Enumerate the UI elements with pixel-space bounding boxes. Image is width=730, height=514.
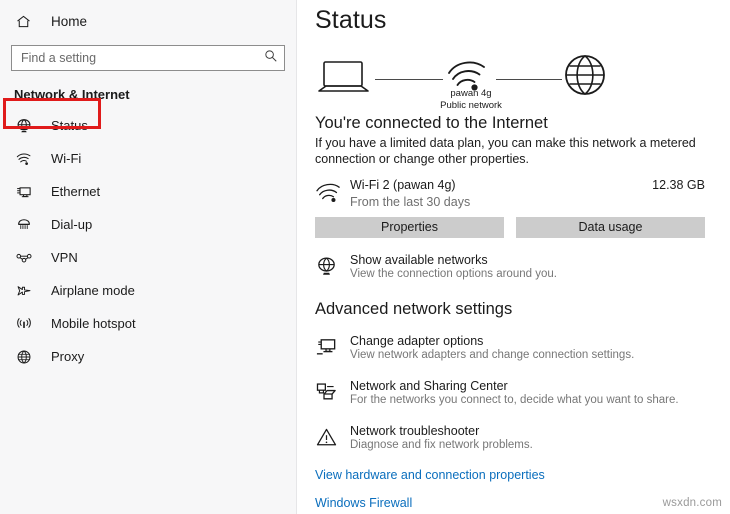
network-troubleshooter-subtitle: Diagnose and fix network problems. bbox=[350, 439, 533, 451]
search-icon[interactable] bbox=[264, 49, 278, 68]
sidebar-item-status[interactable]: Status bbox=[0, 109, 296, 142]
laptop-icon bbox=[317, 58, 371, 103]
sidebar-item-mobile-hotspot-label: Mobile hotspot bbox=[51, 316, 136, 331]
show-available-networks[interactable]: Show available networks View the connect… bbox=[315, 253, 730, 283]
adapter-monitor-icon bbox=[315, 334, 345, 364]
globe-status-icon bbox=[14, 116, 33, 135]
connection-description: If you have a limited data plan, you can… bbox=[315, 136, 696, 166]
globe-proxy-icon bbox=[14, 347, 33, 366]
sidebar-item-vpn-label: VPN bbox=[51, 250, 78, 265]
watermark: wsxdn.com bbox=[662, 497, 722, 509]
network-troubleshooter-title: Network troubleshooter bbox=[350, 424, 480, 438]
data-usage-button[interactable]: Data usage bbox=[516, 217, 705, 238]
show-available-networks-subtitle: View the connection options around you. bbox=[350, 268, 557, 280]
dialup-phone-icon bbox=[14, 215, 33, 234]
sidebar-category-title: Network & Internet bbox=[14, 87, 130, 102]
vpn-icon bbox=[14, 248, 33, 267]
globe-monitor-icon bbox=[315, 253, 345, 283]
advanced-settings-heading: Advanced network settings bbox=[315, 300, 513, 318]
home-icon bbox=[14, 12, 33, 31]
diagram-network-name: pawan 4g bbox=[450, 88, 492, 99]
page-title: Status bbox=[315, 6, 387, 34]
connection-heading: You're connected to the Internet bbox=[315, 114, 548, 132]
sidebar-item-proxy[interactable]: Proxy bbox=[0, 340, 296, 373]
diagram-link-network-internet bbox=[496, 79, 562, 80]
airplane-icon bbox=[14, 281, 33, 300]
connection-diagram: pawan 4g Public network bbox=[315, 48, 607, 111]
network-troubleshooter[interactable]: Network troubleshooter Diagnose and fix … bbox=[315, 424, 730, 454]
ethernet-monitor-icon bbox=[14, 182, 33, 201]
network-and-sharing-center-title: Network and Sharing Center bbox=[350, 379, 508, 393]
sidebar-item-airplane-mode-label: Airplane mode bbox=[51, 283, 135, 298]
sidebar-item-dialup-label: Dial-up bbox=[51, 217, 93, 232]
sidebar-item-wifi-label: Wi-Fi bbox=[51, 151, 82, 166]
sidebar: Home Network & Internet Status bbox=[0, 0, 297, 514]
sharing-center-icon bbox=[315, 379, 345, 409]
network-and-sharing-center[interactable]: Network and Sharing Center For the netwo… bbox=[315, 379, 730, 409]
settings-window: Home Network & Internet Status bbox=[0, 0, 730, 514]
warning-triangle-icon bbox=[315, 424, 345, 454]
sidebar-item-mobile-hotspot[interactable]: Mobile hotspot bbox=[0, 307, 296, 340]
change-adapter-options[interactable]: Change adapter options View network adap… bbox=[315, 334, 730, 364]
active-network-row: Wi-Fi 2 (pawan 4g) From the last 30 days… bbox=[315, 176, 705, 209]
view-hardware-and-connection-properties-link[interactable]: View hardware and connection properties bbox=[315, 468, 730, 482]
active-network-period: From the last 30 days bbox=[350, 195, 471, 209]
sidebar-item-status-label: Status bbox=[51, 118, 88, 133]
properties-button[interactable]: Properties bbox=[315, 217, 504, 238]
main-content: Status pawan 4g Public network You're co… bbox=[297, 0, 730, 514]
sidebar-item-dialup[interactable]: Dial-up bbox=[0, 208, 296, 241]
sidebar-item-ethernet-label: Ethernet bbox=[51, 184, 101, 199]
sidebar-item-vpn[interactable]: VPN bbox=[0, 241, 296, 274]
data-used-value: 12.38 GB bbox=[652, 178, 705, 192]
search-input[interactable] bbox=[21, 51, 264, 65]
search-box[interactable] bbox=[11, 45, 285, 71]
sidebar-item-airplane-mode[interactable]: Airplane mode bbox=[0, 274, 296, 307]
sidebar-item-proxy-label: Proxy bbox=[51, 349, 85, 364]
sidebar-item-ethernet[interactable]: Ethernet bbox=[0, 175, 296, 208]
network-and-sharing-center-subtitle: For the networks you connect to, decide … bbox=[350, 394, 679, 406]
sidebar-item-home[interactable]: Home bbox=[0, 6, 296, 36]
diagram-network-type: Public network bbox=[440, 100, 502, 111]
wifi-icon bbox=[315, 176, 345, 209]
hotspot-icon bbox=[14, 314, 33, 333]
show-available-networks-title: Show available networks bbox=[350, 253, 488, 267]
network-action-buttons: Properties Data usage bbox=[315, 217, 705, 238]
active-network-name: Wi-Fi 2 (pawan 4g) bbox=[350, 178, 456, 192]
sidebar-item-wifi[interactable]: Wi-Fi bbox=[0, 142, 296, 175]
change-adapter-options-subtitle: View network adapters and change connect… bbox=[350, 349, 635, 361]
diagram-link-device-network bbox=[375, 79, 443, 80]
change-adapter-options-title: Change adapter options bbox=[350, 334, 484, 348]
sidebar-home-label: Home bbox=[51, 13, 88, 29]
wifi-icon bbox=[14, 149, 33, 168]
globe-icon bbox=[563, 53, 607, 102]
